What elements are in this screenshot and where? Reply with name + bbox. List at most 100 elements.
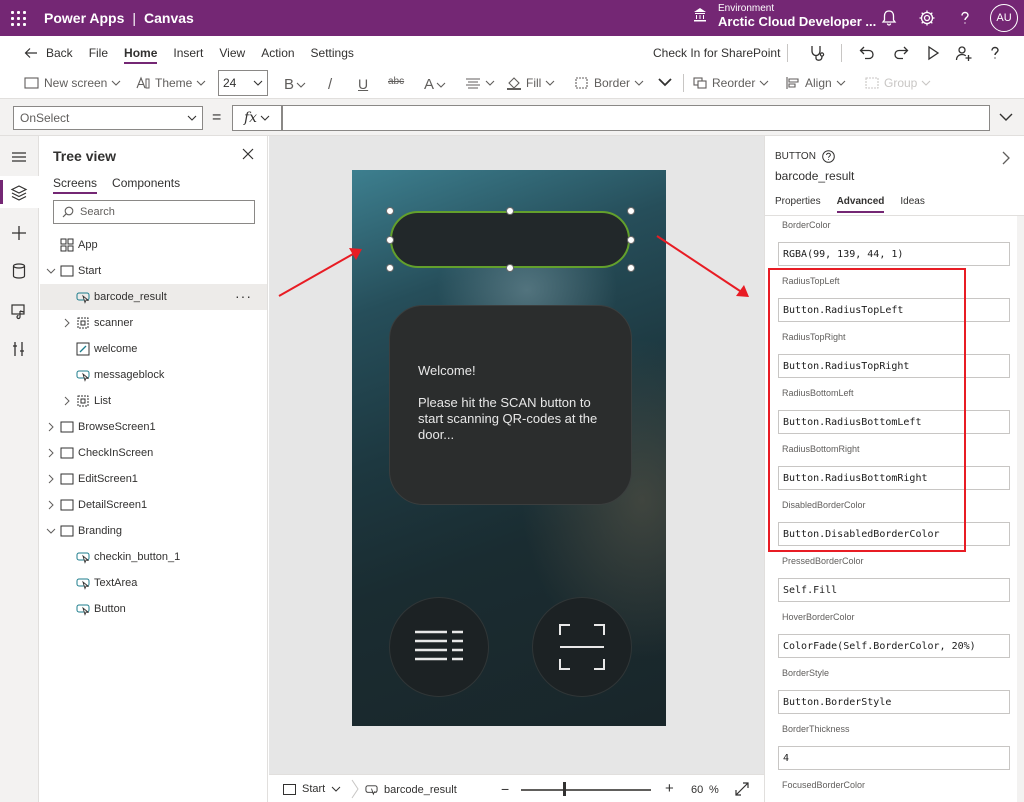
new-screen-button[interactable]: New screen: [24, 76, 125, 90]
chevron-right-icon[interactable]: [1001, 150, 1011, 166]
menu-view[interactable]: View: [219, 46, 245, 60]
bold-button[interactable]: B: [284, 76, 310, 93]
tab-ideas[interactable]: Ideas: [900, 196, 924, 213]
menu-settings[interactable]: Settings: [311, 46, 354, 60]
hamburger-icon[interactable]: [10, 148, 28, 166]
tree-item-list[interactable]: List: [40, 388, 267, 414]
more-options-button[interactable]: ···: [235, 288, 252, 304]
menu-action[interactable]: Action: [261, 46, 294, 60]
resize-handle[interactable]: [386, 264, 394, 272]
close-icon[interactable]: [242, 148, 254, 160]
tab-components[interactable]: Components: [112, 176, 180, 194]
expand-formula-icon[interactable]: [998, 110, 1014, 124]
chevron-right-icon[interactable]: [46, 500, 56, 510]
zoom-out-button[interactable]: −: [501, 781, 509, 797]
advanced-tools-icon[interactable]: [10, 340, 28, 358]
avatar[interactable]: AU: [990, 4, 1018, 32]
font-color-button[interactable]: A: [424, 76, 450, 93]
text-align-button[interactable]: [465, 76, 499, 90]
fill-button[interactable]: Fill: [506, 76, 559, 90]
chevron-right-icon[interactable]: [62, 318, 72, 328]
zoom-in-button[interactable]: +: [665, 780, 674, 797]
tree-item-detailscreen1[interactable]: DetailScreen1: [40, 492, 267, 518]
tree-item-button[interactable]: Button: [40, 596, 267, 622]
tree-item-app[interactable]: App: [40, 232, 267, 258]
tab-properties[interactable]: Properties: [775, 196, 821, 213]
menu-insert[interactable]: Insert: [173, 46, 203, 60]
resize-handle[interactable]: [627, 236, 635, 244]
waffle-icon[interactable]: [0, 0, 36, 36]
tree-item-messageblock[interactable]: messageblock: [40, 362, 267, 388]
fit-to-window-icon[interactable]: [735, 782, 749, 796]
resize-handle[interactable]: [506, 207, 514, 215]
font-size-select[interactable]: 24: [218, 70, 268, 96]
help-icon[interactable]: [986, 44, 1004, 62]
screen-breadcrumb[interactable]: Start: [283, 783, 347, 795]
property-input-hoverbordercolor[interactable]: ColorFade(Self.BorderColor, 20%): [778, 634, 1010, 658]
property-input-pressedbordercolor[interactable]: Self.Fill: [778, 578, 1010, 602]
menu-file[interactable]: File: [89, 46, 108, 60]
chevron-right-icon[interactable]: [46, 422, 56, 432]
data-icon[interactable]: [10, 262, 28, 280]
menu-home[interactable]: Home: [124, 46, 158, 64]
chevron-down-icon[interactable]: [46, 526, 56, 536]
insert-icon[interactable]: [10, 224, 28, 242]
chevron-right-icon[interactable]: [46, 474, 56, 484]
checkin-sharepoint-button[interactable]: Check In for SharePoint: [653, 46, 780, 60]
tree-item-browsescreen1[interactable]: BrowseScreen1: [40, 414, 267, 440]
theme-button[interactable]: Theme: [135, 76, 210, 90]
app-checker-icon[interactable]: [808, 44, 826, 62]
underline-button[interactable]: U: [358, 76, 368, 92]
message-block[interactable]: Welcome! Please hit the SCAN button to s…: [389, 305, 632, 505]
tree-item-barcode_result[interactable]: barcode_result ···: [40, 284, 267, 310]
barcode-result-button[interactable]: [390, 211, 630, 268]
media-icon[interactable]: [10, 302, 28, 320]
control-breadcrumb[interactable]: barcode_result: [365, 783, 457, 796]
property-input-borderthickness[interactable]: 4: [778, 746, 1010, 770]
tree-view-icon[interactable]: [10, 184, 28, 202]
bell-icon[interactable]: [880, 9, 898, 27]
formula-input[interactable]: [282, 105, 990, 131]
fx-button[interactable]: fx: [232, 105, 282, 131]
border-button[interactable]: Border: [574, 76, 648, 90]
tree-item-start[interactable]: Start: [40, 258, 267, 284]
tree-item-textarea[interactable]: TextArea: [40, 570, 267, 596]
resize-handle[interactable]: [506, 264, 514, 272]
scan-button[interactable]: [532, 597, 632, 697]
resize-handle[interactable]: [386, 207, 394, 215]
resize-handle[interactable]: [627, 207, 635, 215]
redo-icon[interactable]: [892, 44, 910, 62]
tree-item-checkinscreen[interactable]: CheckInScreen: [40, 440, 267, 466]
more-commands-button[interactable]: [658, 76, 676, 88]
app-screen-preview[interactable]: Welcome! Please hit the SCAN button to s…: [352, 170, 666, 726]
list-button[interactable]: [389, 597, 489, 697]
share-icon[interactable]: [955, 44, 973, 62]
gear-icon[interactable]: [918, 9, 936, 27]
help-circle-icon[interactable]: [822, 150, 835, 163]
tab-screens[interactable]: Screens: [53, 176, 98, 194]
strikethrough-button[interactable]: abc: [388, 76, 404, 87]
tree-item-welcome[interactable]: welcome: [40, 336, 267, 362]
properties-scrollbar[interactable]: [1017, 216, 1024, 802]
chevron-right-icon[interactable]: [46, 448, 56, 458]
reorder-button[interactable]: Reorder: [692, 76, 773, 90]
property-input-bordercolor[interactable]: RGBA(99, 139, 44, 1): [778, 242, 1010, 266]
environment-picker[interactable]: Environment Arctic Cloud Developer ...: [692, 2, 876, 28]
tree-item-scanner[interactable]: scanner: [40, 310, 267, 336]
resize-handle[interactable]: [386, 236, 394, 244]
tree-item-checkin_button_1[interactable]: checkin_button_1: [40, 544, 267, 570]
help-icon[interactable]: [956, 9, 974, 27]
undo-icon[interactable]: [858, 44, 876, 62]
tree-item-branding[interactable]: Branding: [40, 518, 267, 544]
zoom-slider-thumb[interactable]: [563, 782, 566, 796]
align-button[interactable]: Align: [785, 76, 850, 90]
chevron-down-icon[interactable]: [46, 266, 56, 276]
group-button[interactable]: Group: [864, 76, 935, 90]
chevron-right-icon[interactable]: [62, 396, 72, 406]
tab-advanced[interactable]: Advanced: [836, 196, 885, 213]
property-dropdown[interactable]: OnSelect: [13, 106, 203, 130]
zoom-slider[interactable]: [521, 789, 651, 791]
italic-button[interactable]: /: [328, 76, 332, 93]
tree-item-editscreen1[interactable]: EditScreen1: [40, 466, 267, 492]
tree-search-input[interactable]: Search: [53, 200, 255, 224]
